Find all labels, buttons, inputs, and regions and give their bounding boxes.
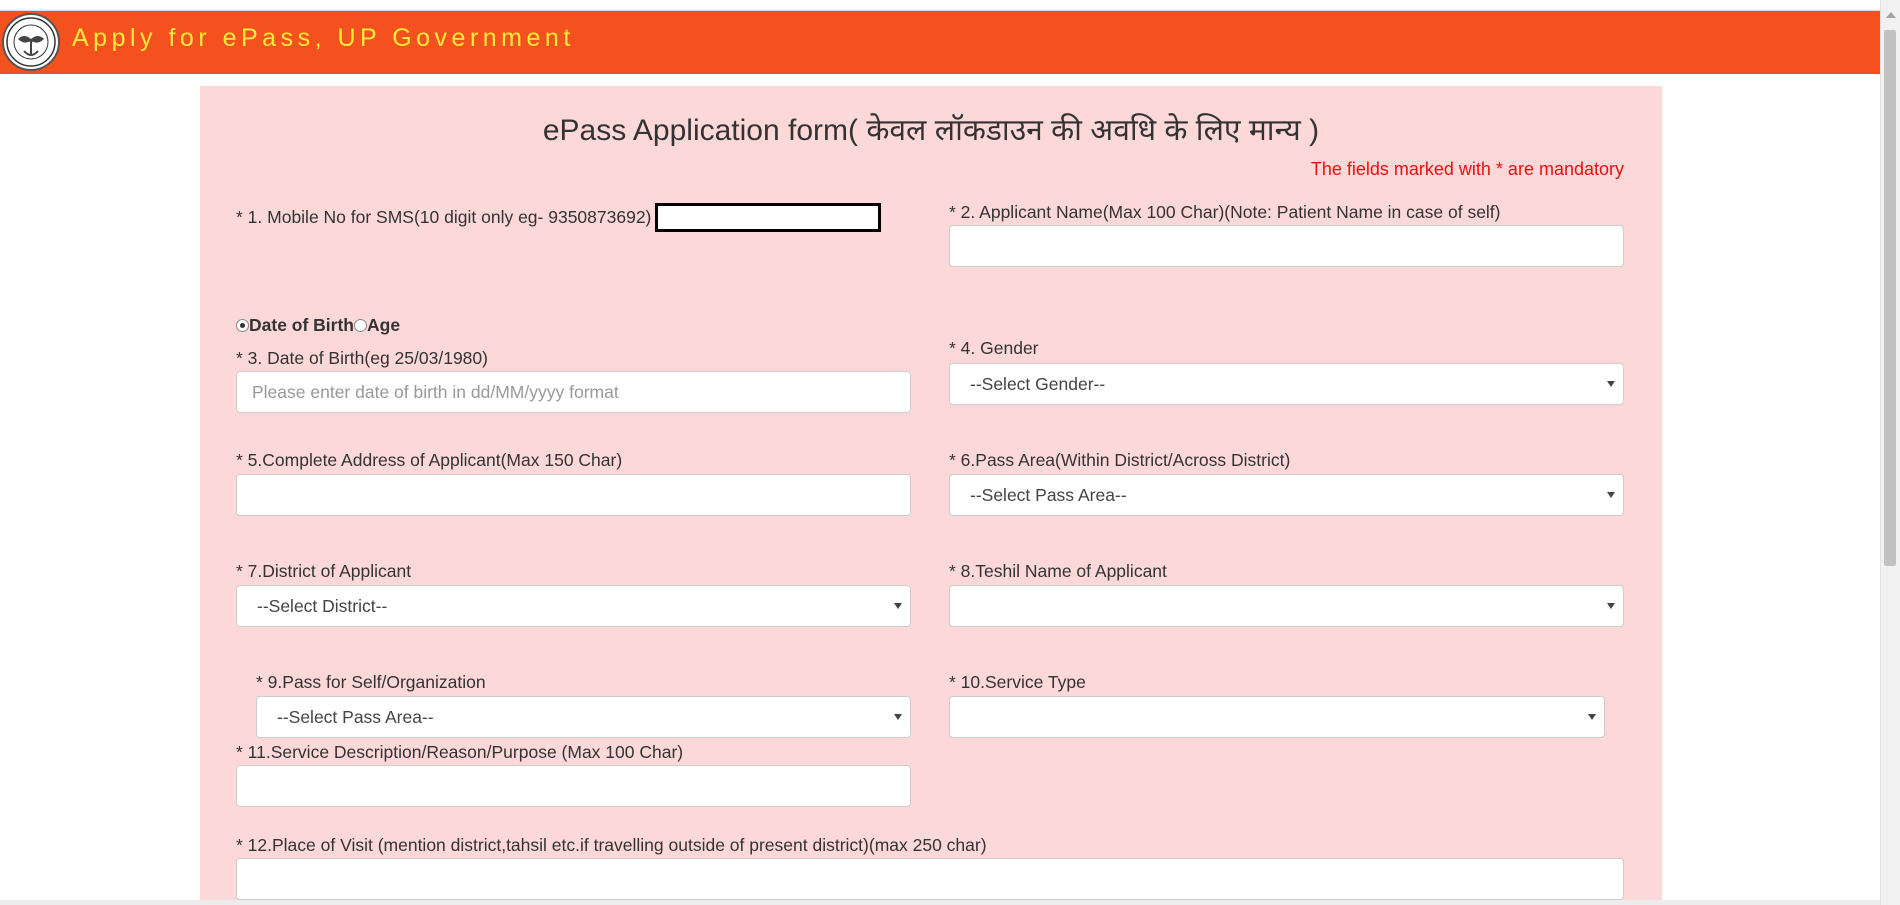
service-description-input[interactable] (236, 765, 911, 807)
dob-radio[interactable] (236, 319, 249, 332)
dob-age-toggle: Date of Birth Age (236, 315, 400, 336)
dob-input[interactable] (236, 371, 911, 413)
address-input[interactable] (236, 474, 911, 516)
service-type-label: * 10.Service Type (949, 672, 1086, 692)
service-type-select[interactable] (949, 696, 1605, 738)
chevron-down-icon (1607, 381, 1615, 387)
dob-radio-label[interactable]: Date of Birth (249, 315, 354, 336)
district-selected: --Select District-- (257, 596, 388, 616)
tehsil-label: * 8.Teshil Name of Applicant (949, 561, 1167, 581)
mandatory-note: The fields marked with * are mandatory (1310, 159, 1624, 179)
chevron-down-icon (894, 603, 902, 609)
app-title: Apply for ePass, UP Government (72, 24, 575, 52)
epass-application-form: ePass Application form( केवल लॉकडाउन की … (200, 86, 1662, 905)
district-label: * 7.District of Applicant (236, 561, 412, 581)
gender-selected: --Select Gender-- (970, 374, 1106, 394)
scrollbar-thumb[interactable] (1884, 30, 1896, 566)
service-description-label: * 11.Service Description/Reason/Purpose … (236, 742, 684, 762)
place-of-visit-input[interactable] (236, 858, 1624, 900)
place-of-visit-label: * 12.Place of Visit (mention district,ta… (236, 835, 987, 855)
applicant-name-label: * 2. Applicant Name(Max 100 Char)(Note: … (949, 202, 1501, 222)
pass-for-selected: --Select Pass Area-- (277, 707, 434, 727)
chevron-down-icon (894, 714, 902, 720)
browser-top-edge (0, 0, 1880, 11)
applicant-name-input[interactable] (949, 225, 1624, 267)
pass-for-label: * 9.Pass for Self/Organization (256, 672, 486, 692)
address-label: * 5.Complete Address of Applicant(Max 15… (236, 450, 623, 470)
up-government-emblem-icon (2, 13, 60, 71)
age-radio-label[interactable]: Age (367, 315, 400, 336)
mobile-label: * 1. Mobile No for SMS(10 digit only eg-… (236, 207, 652, 227)
chevron-down-icon (1607, 492, 1615, 498)
chevron-down-icon (1607, 603, 1615, 609)
tehsil-select[interactable] (949, 585, 1624, 627)
dob-label: * 3. Date of Birth(eg 25/03/1980) (236, 348, 488, 368)
form-title: ePass Application form( केवल लॉकडाउन की … (542, 114, 1320, 147)
pass-area-select[interactable]: --Select Pass Area-- (949, 474, 1624, 516)
gender-label: * 4. Gender (949, 338, 1039, 358)
page-scrollbar[interactable] (1880, 0, 1900, 905)
chevron-down-icon (1588, 714, 1596, 720)
pass-area-label: * 6.Pass Area(Within District/Across Dis… (949, 450, 1291, 470)
age-radio[interactable] (354, 319, 367, 332)
gender-select[interactable]: --Select Gender-- (949, 363, 1624, 405)
pass-for-select[interactable]: --Select Pass Area-- (256, 696, 911, 738)
mobile-input[interactable] (655, 203, 881, 232)
app-header: Apply for ePass, UP Government (0, 11, 1880, 74)
pass-area-selected: --Select Pass Area-- (970, 485, 1127, 505)
district-select[interactable]: --Select District-- (236, 585, 911, 627)
horizontal-scrollbar[interactable] (0, 900, 1880, 905)
scroll-up-arrow-icon[interactable] (1886, 12, 1896, 18)
